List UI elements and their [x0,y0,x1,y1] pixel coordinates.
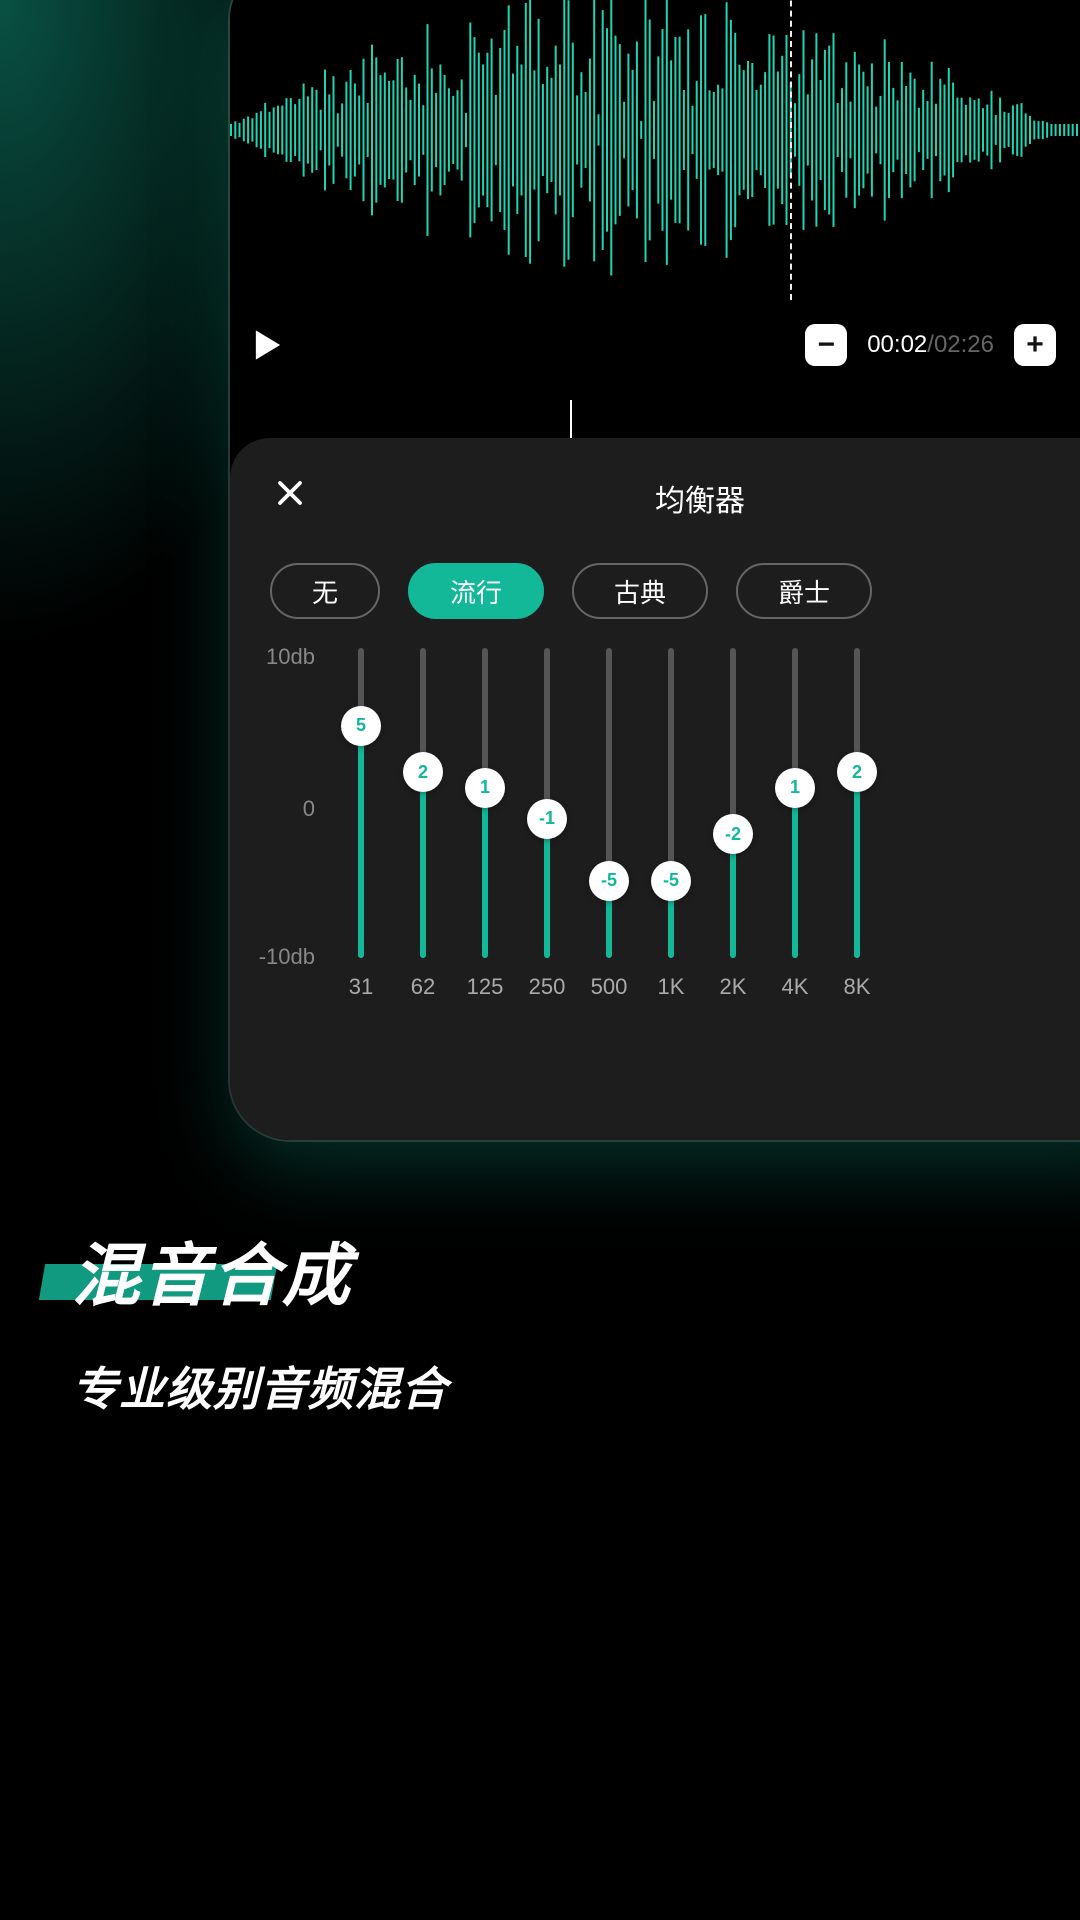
eq-band-label: 500 [578,974,640,1000]
eq-band-track[interactable]: -5 [668,648,674,958]
eq-band-fill [854,772,860,958]
subline: 专业级别音频混合 [72,1353,448,1419]
tagline: 混音合成 专业级别音频混合 [72,1220,448,1419]
zoom-in-button[interactable]: + [1014,324,1056,366]
sheet-title: 均衡器 [230,476,1080,520]
zoom-out-button[interactable]: − [805,324,847,366]
preset-3[interactable]: 爵士 [736,563,872,619]
eq-band-fill [482,788,488,959]
eq-band-2K: -2 2K [702,648,764,1008]
current-time: 00:02 [867,331,927,359]
eq-band-label: 125 [454,974,516,1000]
eq-band-knob[interactable]: 2 [403,752,443,792]
eq-band-knob[interactable]: 1 [465,768,505,808]
eq-band-1K: -5 1K [640,648,702,1008]
plus-icon: + [1026,328,1044,362]
playhead-marker[interactable] [790,0,792,300]
eq-band-track[interactable]: -2 [730,648,736,958]
eq-band-4K: 1 4K [764,648,826,1008]
eq-band-knob[interactable]: -5 [651,861,691,901]
eq-band-track[interactable]: -5 [606,648,612,958]
eq-band-track[interactable]: 1 [792,648,798,958]
transport-bar: − 00:02 / 02:26 + [230,300,1080,390]
eq-band-fill [420,772,426,958]
total-time: 02:26 [934,331,994,359]
preset-0[interactable]: 无 [270,563,380,619]
headline: 混音合成 [72,1220,448,1319]
preset-list: 无流行古典爵士 [270,563,1080,619]
eq-area: 10db 0 -10db 5312621125-1250-5500-51K-22… [250,648,1080,1140]
preset-2[interactable]: 古典 [572,563,708,619]
headline-wrap: 混音合成 [72,1220,448,1319]
waveform-icon [230,0,1080,300]
y-label-top: 10db [266,644,315,670]
preset-1[interactable]: 流行 [408,563,544,619]
eq-band-track[interactable]: 1 [482,648,488,958]
eq-band-track[interactable]: 2 [854,648,860,958]
eq-band-track[interactable]: 5 [358,648,364,958]
eq-band-label: 2K [702,974,764,1000]
eq-band-8K: 2 8K [826,648,888,1008]
play-button[interactable] [240,318,295,373]
eq-band-label: 250 [516,974,578,1000]
eq-band-500: -5 500 [578,648,640,1008]
waveform-area[interactable] [230,0,1080,300]
eq-bands: 5312621125-1250-5500-51K-22K14K28K [330,648,1080,1008]
phone-frame: − 00:02 / 02:26 + 均衡器 无流行古典爵士 10d [230,0,1080,1140]
eq-band-fill [792,788,798,959]
minus-icon: − [817,328,835,362]
eq-band-label: 62 [392,974,454,1000]
time-display: 00:02 / 02:26 [867,331,994,359]
eq-band-250: -1 250 [516,648,578,1008]
eq-band-label: 8K [826,974,888,1000]
mini-track-marker[interactable] [570,400,572,440]
eq-band-track[interactable]: -1 [544,648,550,958]
equalizer-sheet: 均衡器 无流行古典爵士 10db 0 -10db 5312621125-1250… [230,438,1080,1140]
play-icon [253,328,283,362]
eq-band-knob[interactable]: 2 [837,752,877,792]
eq-band-fill [544,819,550,959]
eq-band-62: 2 62 [392,648,454,1008]
time-separator: / [927,331,934,359]
eq-band-track[interactable]: 2 [420,648,426,958]
eq-band-label: 4K [764,974,826,1000]
eq-band-knob[interactable]: 1 [775,768,815,808]
eq-band-label: 31 [330,974,392,1000]
eq-band-125: 1 125 [454,648,516,1008]
eq-band-label: 1K [640,974,702,1000]
y-label-mid: 0 [303,796,315,822]
y-label-bot: -10db [259,944,315,970]
eq-y-labels: 10db 0 -10db [250,648,320,968]
eq-band-fill [358,726,364,959]
eq-band-knob[interactable]: -1 [527,799,567,839]
eq-band-31: 5 31 [330,648,392,1008]
eq-band-knob[interactable]: -5 [589,861,629,901]
eq-band-knob[interactable]: 5 [341,706,381,746]
eq-band-knob[interactable]: -2 [713,814,753,854]
